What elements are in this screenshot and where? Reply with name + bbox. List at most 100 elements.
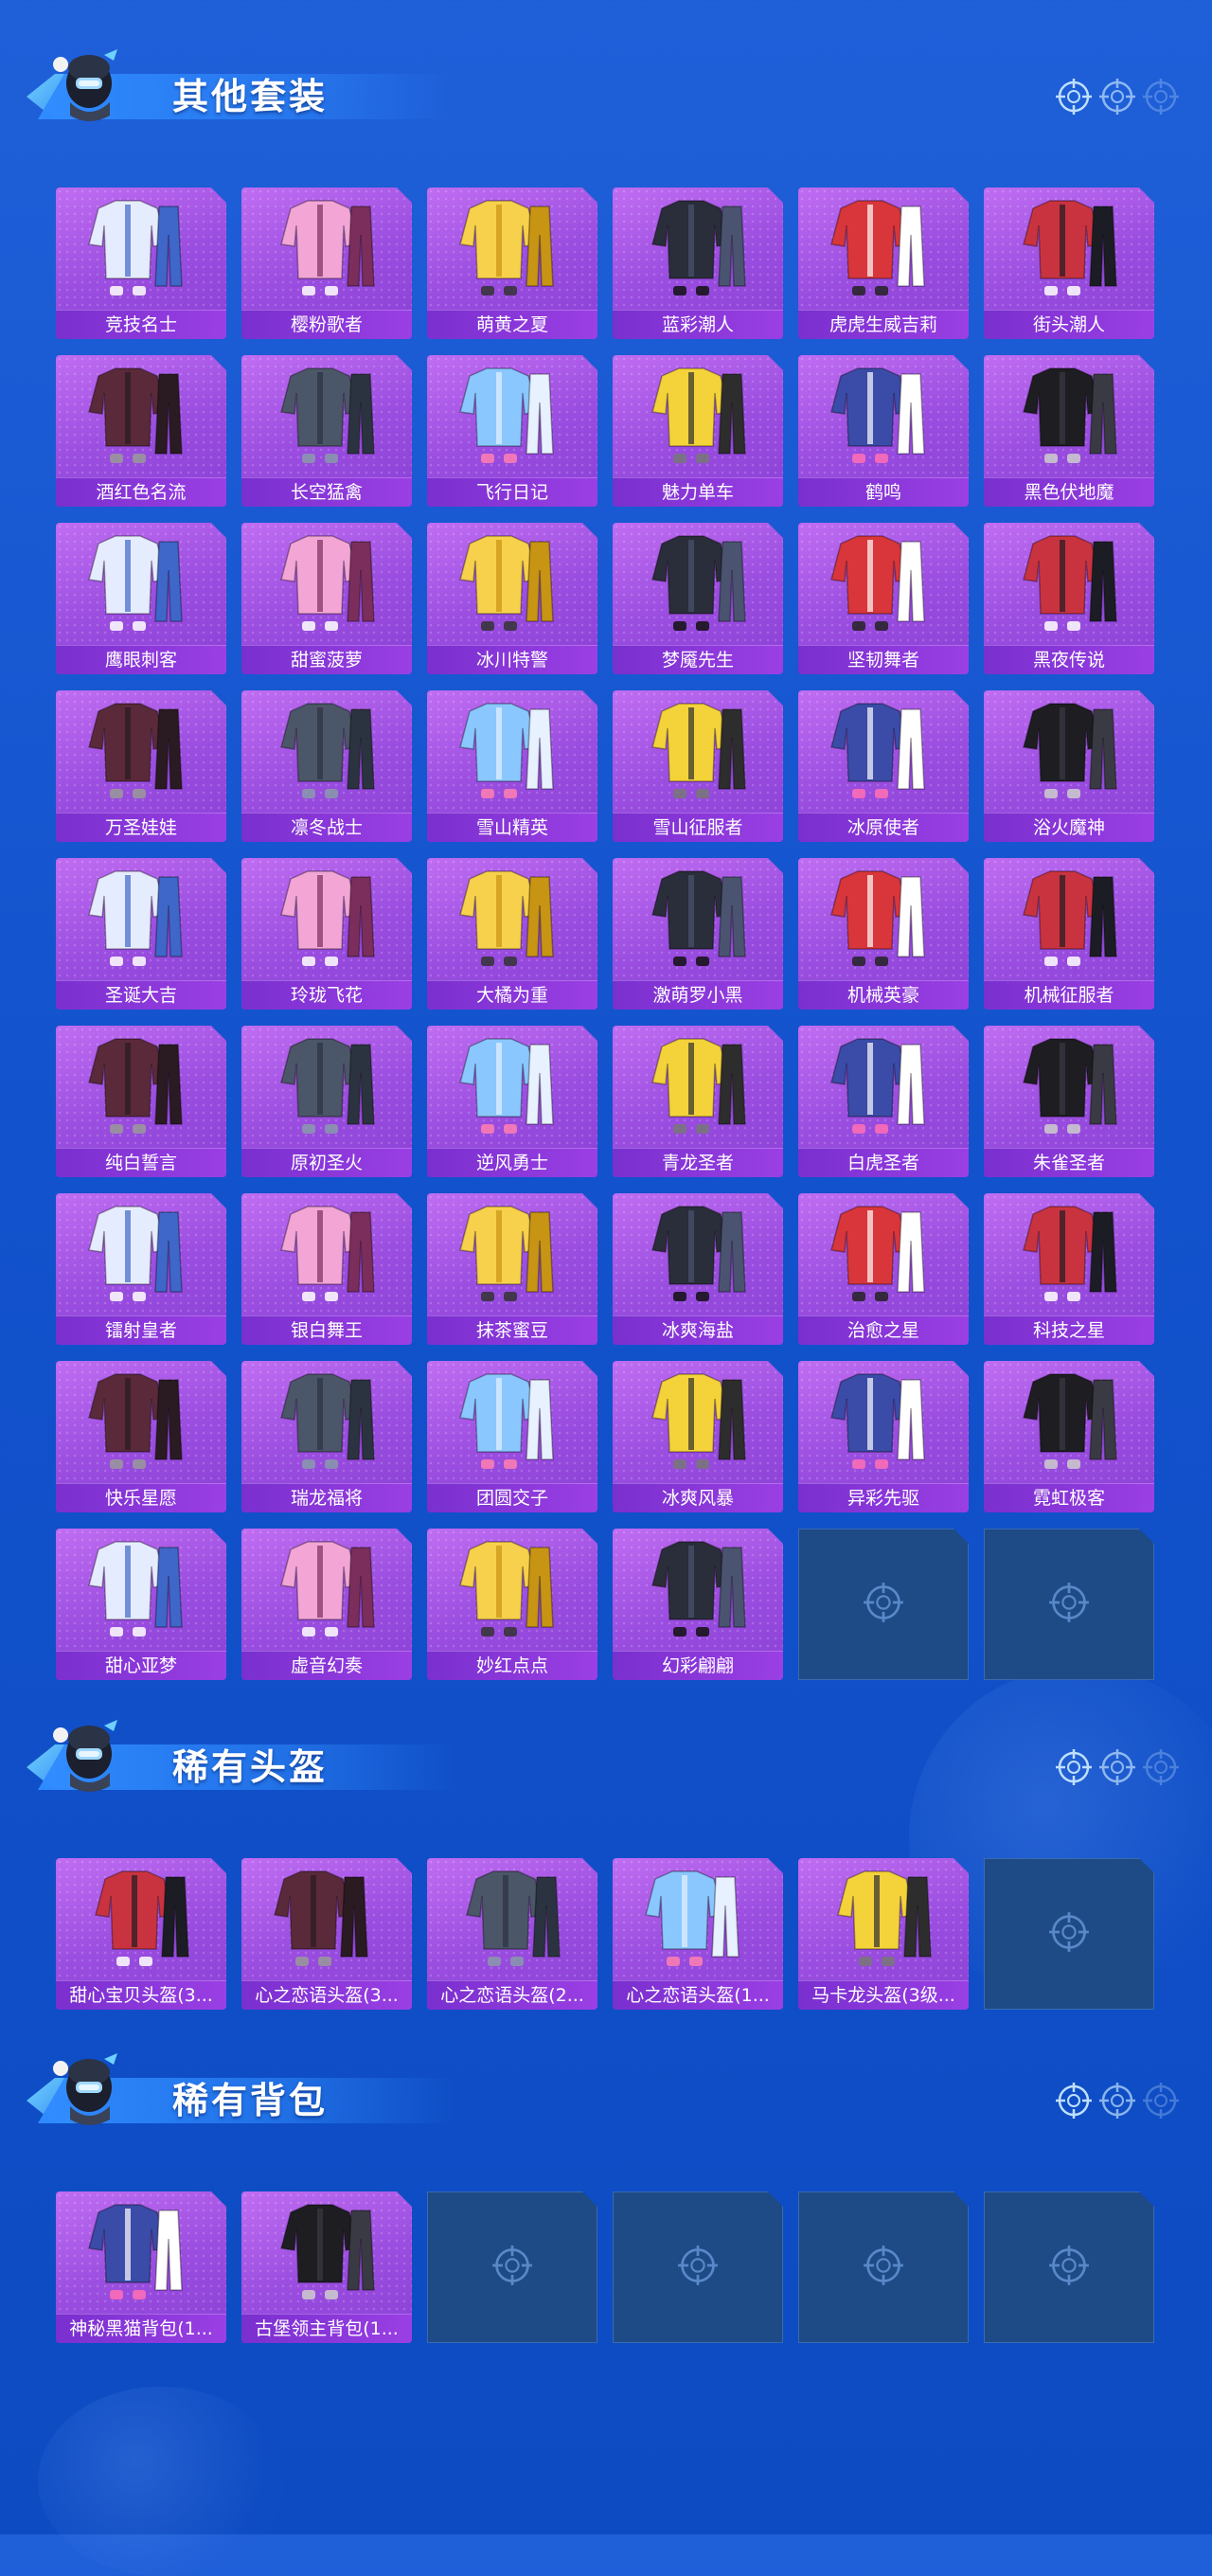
item-card[interactable]: 科技之星 <box>984 1193 1154 1345</box>
item-card[interactable]: 青龙圣者 <box>613 1026 783 1177</box>
item-card[interactable]: 镭射皇者 <box>56 1193 226 1345</box>
item-card[interactable]: 黑色伏地魔 <box>984 355 1154 507</box>
item-card[interactable]: 甜蜜菠萝 <box>241 523 412 674</box>
empty-slot <box>613 2191 783 2343</box>
item-card[interactable]: 心之恋语头盔(1... <box>613 1858 783 2010</box>
item-name: 甜蜜菠萝 <box>241 645 412 674</box>
item-name: 马卡龙头盔(3级... <box>798 1980 969 2010</box>
item-card[interactable]: 马卡龙头盔(3级... <box>798 1858 969 2010</box>
item-card[interactable]: 竞技名士 <box>56 188 226 339</box>
crosshair-icon <box>863 2245 904 2290</box>
item-card[interactable]: 冰川特警 <box>427 523 597 674</box>
item-card[interactable]: 瑞龙福将 <box>241 1361 412 1512</box>
item-name: 纯白誓言 <box>56 1148 226 1177</box>
item-image <box>798 690 969 814</box>
item-image <box>241 1858 412 1981</box>
item-name: 机械征服者 <box>984 980 1154 1010</box>
item-card[interactable]: 万圣娃娃 <box>56 690 226 842</box>
item-card[interactable]: 冰原使者 <box>798 690 969 842</box>
item-card[interactable]: 鹰眼刺客 <box>56 523 226 674</box>
item-card[interactable]: 街头潮人 <box>984 188 1154 339</box>
item-name: 竞技名士 <box>56 310 226 339</box>
item-card[interactable]: 蓝彩潮人 <box>613 188 783 339</box>
item-name: 蓝彩潮人 <box>613 310 783 339</box>
item-card[interactable]: 浴火魔神 <box>984 690 1154 842</box>
item-card[interactable]: 激萌罗小黑 <box>613 858 783 1010</box>
item-image <box>798 1193 969 1316</box>
item-image <box>984 858 1154 981</box>
item-card[interactable]: 霓虹极客 <box>984 1361 1154 1512</box>
item-image <box>427 1858 597 1981</box>
item-card[interactable]: 坚韧舞者 <box>798 523 969 674</box>
item-name: 冰川特警 <box>427 645 597 674</box>
item-card[interactable]: 团圆交子 <box>427 1361 597 1512</box>
item-card[interactable]: 甜心亚梦 <box>56 1529 226 1680</box>
item-card[interactable]: 妙红点点 <box>427 1529 597 1680</box>
item-image <box>798 188 969 311</box>
item-card[interactable]: 玲珑飞花 <box>241 858 412 1010</box>
item-card[interactable]: 梦魇先生 <box>613 523 783 674</box>
item-image <box>613 523 783 646</box>
item-name: 魅力单车 <box>613 477 783 507</box>
item-name: 万圣娃娃 <box>56 813 226 842</box>
item-card[interactable]: 快乐星愿 <box>56 1361 226 1512</box>
item-name: 神秘黑猫背包(1... <box>56 2314 226 2343</box>
item-card[interactable]: 抹茶蜜豆 <box>427 1193 597 1345</box>
item-card[interactable]: 古堡领主背包(1... <box>241 2191 412 2343</box>
item-card[interactable]: 逆风勇士 <box>427 1026 597 1177</box>
item-name: 青龙圣者 <box>613 1148 783 1177</box>
item-card[interactable]: 朱雀圣者 <box>984 1026 1154 1177</box>
item-image <box>798 523 969 646</box>
item-card[interactable]: 冰爽海盐 <box>613 1193 783 1345</box>
item-card[interactable]: 虎虎生威吉莉 <box>798 188 969 339</box>
item-name: 雪山精英 <box>427 813 597 842</box>
item-card[interactable]: 银白舞王 <box>241 1193 412 1345</box>
item-card[interactable]: 冰爽风暴 <box>613 1361 783 1512</box>
item-card[interactable]: 圣诞大吉 <box>56 858 226 1010</box>
item-card[interactable]: 酒红色名流 <box>56 355 226 507</box>
item-name: 黑夜传说 <box>984 645 1154 674</box>
item-card[interactable]: 心之恋语头盔(3... <box>241 1858 412 2010</box>
item-image <box>241 2191 412 2315</box>
item-card[interactable]: 樱粉歌者 <box>241 188 412 339</box>
item-image <box>798 355 969 478</box>
item-card[interactable]: 心之恋语头盔(2... <box>427 1858 597 2010</box>
item-name: 冰原使者 <box>798 813 969 842</box>
item-card[interactable]: 治愈之星 <box>798 1193 969 1345</box>
item-card[interactable]: 长空猛禽 <box>241 355 412 507</box>
item-card[interactable]: 黑夜传说 <box>984 523 1154 674</box>
crosshair-icon <box>1142 1748 1180 1790</box>
item-image <box>427 523 597 646</box>
item-card[interactable]: 纯白誓言 <box>56 1026 226 1177</box>
item-card[interactable]: 机械英豪 <box>798 858 969 1010</box>
item-image <box>798 1858 969 1981</box>
item-name: 逆风勇士 <box>427 1148 597 1177</box>
crosshair-icon <box>1048 2245 1090 2290</box>
item-card[interactable]: 凛冬战士 <box>241 690 412 842</box>
item-card[interactable]: 魅力单车 <box>613 355 783 507</box>
item-card[interactable]: 萌黄之夏 <box>427 188 597 339</box>
item-name: 飞行日记 <box>427 477 597 507</box>
crosshair-decoration <box>1055 78 1180 119</box>
item-card[interactable]: 雪山征服者 <box>613 690 783 842</box>
item-image <box>241 690 412 814</box>
item-image <box>984 355 1154 478</box>
item-card[interactable]: 飞行日记 <box>427 355 597 507</box>
item-image <box>241 523 412 646</box>
item-card[interactable]: 虚音幻奏 <box>241 1529 412 1680</box>
item-image <box>56 355 226 478</box>
item-image <box>56 1193 226 1316</box>
item-card[interactable]: 原初圣火 <box>241 1026 412 1177</box>
item-card[interactable]: 雪山精英 <box>427 690 597 842</box>
item-card[interactable]: 神秘黑猫背包(1... <box>56 2191 226 2343</box>
item-card[interactable]: 大橘为重 <box>427 858 597 1010</box>
item-card[interactable]: 机械征服者 <box>984 858 1154 1010</box>
item-image <box>427 858 597 981</box>
item-card[interactable]: 鹤鸣 <box>798 355 969 507</box>
item-card[interactable]: 幻彩翩翩 <box>613 1529 783 1680</box>
item-card[interactable]: 异彩先驱 <box>798 1361 969 1512</box>
item-name: 萌黄之夏 <box>427 310 597 339</box>
item-image <box>798 1026 969 1149</box>
item-card[interactable]: 白虎圣者 <box>798 1026 969 1177</box>
item-card[interactable]: 甜心宝贝头盔(3... <box>56 1858 226 2010</box>
